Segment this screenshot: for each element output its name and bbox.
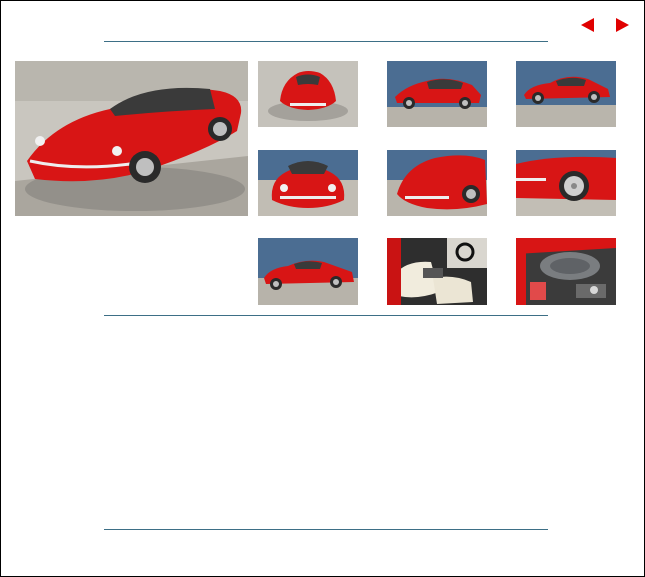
thumbnail-2[interactable] [387,61,487,127]
thumbnail-1[interactable] [258,61,358,127]
main-photo[interactable] [15,61,248,216]
middle-divider [104,315,548,316]
thumbnail-8[interactable] [387,238,487,305]
next-arrow-button[interactable] [614,17,630,33]
thumbnail-6[interactable] [516,150,616,216]
triangle-right-icon [616,18,629,32]
thumbnail-3[interactable] [516,61,616,127]
bottom-divider [104,529,548,530]
thumbnail-9[interactable] [516,238,616,305]
triangle-left-icon [581,18,594,32]
thumbnail-7[interactable] [258,238,358,305]
thumbnail-5[interactable] [387,150,487,216]
prev-arrow-button[interactable] [580,17,596,33]
thumbnail-4[interactable] [258,150,358,216]
top-divider [104,41,548,42]
